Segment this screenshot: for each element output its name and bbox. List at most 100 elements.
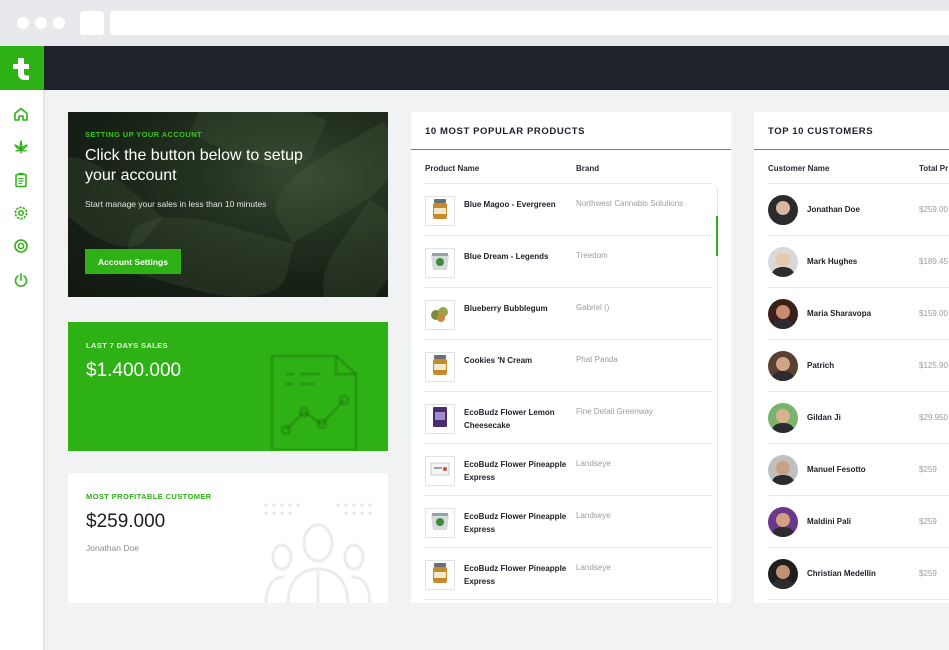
product-name[interactable]: EcoBudz Flower Pineapple Express: [464, 511, 572, 536]
sales-chart-icon: [270, 354, 358, 450]
leaf-icon[interactable]: [11, 137, 31, 157]
package-icon: [429, 459, 451, 484]
avatar: [768, 195, 798, 225]
product-thumbnail: [425, 248, 455, 278]
product-brand: Fine Detail Greenway: [576, 407, 653, 416]
product-brand: Treedom: [576, 251, 608, 260]
top-customers-card: TOP 10 CUSTOMERS Customer Name Total Pr …: [754, 112, 949, 603]
customer-row[interactable]: Jonathan Doe $259.00: [768, 184, 949, 236]
setup-kicker: SETTING UP YOUR ACCOUNT: [85, 130, 202, 139]
home-icon[interactable]: [11, 104, 31, 124]
support-icon[interactable]: [11, 236, 31, 256]
product-thumbnail: [425, 404, 455, 434]
customer-total: $259: [919, 465, 937, 474]
customer-row[interactable]: Mark Hughes $189.45: [768, 236, 949, 288]
product-row[interactable]: Cookies 'N Cream Phat Panda: [425, 340, 712, 392]
column-header-total[interactable]: Total Pr: [919, 164, 948, 173]
product-name[interactable]: Blue Magoo - Evergreen: [464, 199, 572, 212]
product-row[interactable]: EcoBudz Flower Lemon Cheesecake Fine Deta…: [425, 392, 712, 444]
window-dot: [53, 17, 65, 29]
avatar: [768, 299, 798, 329]
title-divider: [411, 149, 731, 150]
customers-title: TOP 10 CUSTOMERS: [768, 126, 874, 137]
product-row[interactable]: EcoBudz Flower Pineapple Express Landseye: [425, 496, 712, 548]
customer-row[interactable]: Patrich $125.90: [768, 340, 949, 392]
scrollbar-thumb[interactable]: [716, 216, 718, 256]
jar-icon: [430, 562, 450, 589]
product-name[interactable]: Cookies 'N Cream: [464, 355, 572, 368]
product-thumbnail: [425, 560, 455, 590]
product-thumbnail: [425, 456, 455, 486]
avatar: [768, 247, 798, 277]
customer-total: $29.950: [919, 413, 948, 422]
customer-total: $259: [919, 517, 937, 526]
column-header-product[interactable]: Product Name: [425, 164, 479, 173]
products-title: 10 MOST POPULAR PRODUCTS: [425, 126, 586, 137]
customer-name[interactable]: Jonathan Doe: [807, 205, 860, 214]
product-name[interactable]: EcoBudz Flower Pineapple Express: [464, 459, 572, 484]
customer-name[interactable]: Gildan Ji: [807, 413, 841, 422]
browser-tab-button[interactable]: [80, 11, 104, 35]
customer-total: $259: [919, 569, 937, 578]
buds-icon: [429, 303, 451, 328]
window-dot: [35, 17, 47, 29]
product-thumbnail: [425, 352, 455, 382]
customer-total: $159.00: [919, 309, 948, 318]
customer-row[interactable]: Maldini Pali $259: [768, 496, 949, 548]
product-brand: Gabriel (): [576, 303, 610, 312]
product-row[interactable]: EcoBudz Flower Pineapple Express Landseye: [425, 444, 712, 496]
setup-account-card: SETTING UP YOUR ACCOUNT Click the button…: [68, 112, 388, 297]
profit-value: $259.000: [86, 511, 166, 532]
product-row[interactable]: Blue Dream - Legends Treedom: [425, 236, 712, 288]
product-thumbnail: [425, 300, 455, 330]
product-row[interactable]: EcoBudz Flower Pineapple Express Landseye: [425, 548, 712, 600]
customer-total: $189.45: [919, 257, 948, 266]
top-bar: [44, 46, 949, 90]
avatar: [768, 507, 798, 537]
customer-name[interactable]: Christian Medellin: [807, 569, 876, 578]
setup-headline: Click the button below to setup your acc…: [85, 147, 303, 184]
product-thumbnail: [425, 196, 455, 226]
customer-row[interactable]: Maria Sharavopa $159.00: [768, 288, 949, 340]
bag-icon: [429, 251, 451, 276]
product-brand: Landseye: [576, 563, 611, 572]
customer-row[interactable]: Manuel Fesotto $259: [768, 444, 949, 496]
column-header-brand[interactable]: Brand: [576, 164, 599, 173]
product-name[interactable]: EcoBudz Flower Pineapple Express: [464, 563, 572, 588]
title-divider: [754, 149, 949, 150]
customer-name[interactable]: Patrich: [807, 361, 834, 370]
customer-name[interactable]: Maldini Pali: [807, 517, 851, 526]
avatar: [768, 559, 798, 589]
product-name[interactable]: EcoBudz Flower Lemon Cheesecake: [464, 407, 572, 432]
customer-name[interactable]: Mark Hughes: [807, 257, 857, 266]
sales-kicker: LAST 7 DAYS SALES: [86, 341, 168, 350]
box-icon: [431, 406, 449, 433]
customer-name[interactable]: Maria Sharavopa: [807, 309, 871, 318]
customer-row[interactable]: Gildan Ji $29.950: [768, 392, 949, 444]
column-header-customer[interactable]: Customer Name: [768, 164, 829, 173]
customer-name[interactable]: Manuel Fesotto: [807, 465, 866, 474]
avatar: [768, 403, 798, 433]
customer-row[interactable]: Christian Medellin $259: [768, 548, 949, 600]
profitable-customer-card: MOST PROFITABLE CUSTOMER $259.000 Jonath…: [68, 473, 388, 603]
sales-card: LAST 7 DAYS SALES $1.400.000: [68, 322, 388, 451]
product-name[interactable]: Blueberry Bubblegum: [464, 303, 572, 316]
account-settings-button[interactable]: Account Settings: [85, 249, 181, 274]
product-name[interactable]: Blue Dream - Legends: [464, 251, 572, 264]
clipboard-icon[interactable]: [11, 170, 31, 190]
customer-total: $125.90: [919, 361, 948, 370]
bag-icon: [429, 511, 451, 536]
people-icon: [264, 503, 372, 603]
product-row[interactable]: Blueberry Bubblegum Gabriel (): [425, 288, 712, 340]
window-dot: [17, 17, 29, 29]
power-icon[interactable]: [11, 270, 31, 290]
address-bar[interactable]: [110, 11, 949, 35]
settings-icon[interactable]: [11, 203, 31, 223]
avatar: [768, 351, 798, 381]
product-brand: Phat Panda: [576, 355, 618, 364]
customer-total: $259.00: [919, 205, 948, 214]
app-logo[interactable]: [0, 46, 44, 90]
product-thumbnail: [425, 508, 455, 538]
product-row[interactable]: Blue Magoo - Evergreen Northwest Cannabis…: [425, 184, 712, 236]
sales-value: $1.400.000: [86, 360, 182, 381]
